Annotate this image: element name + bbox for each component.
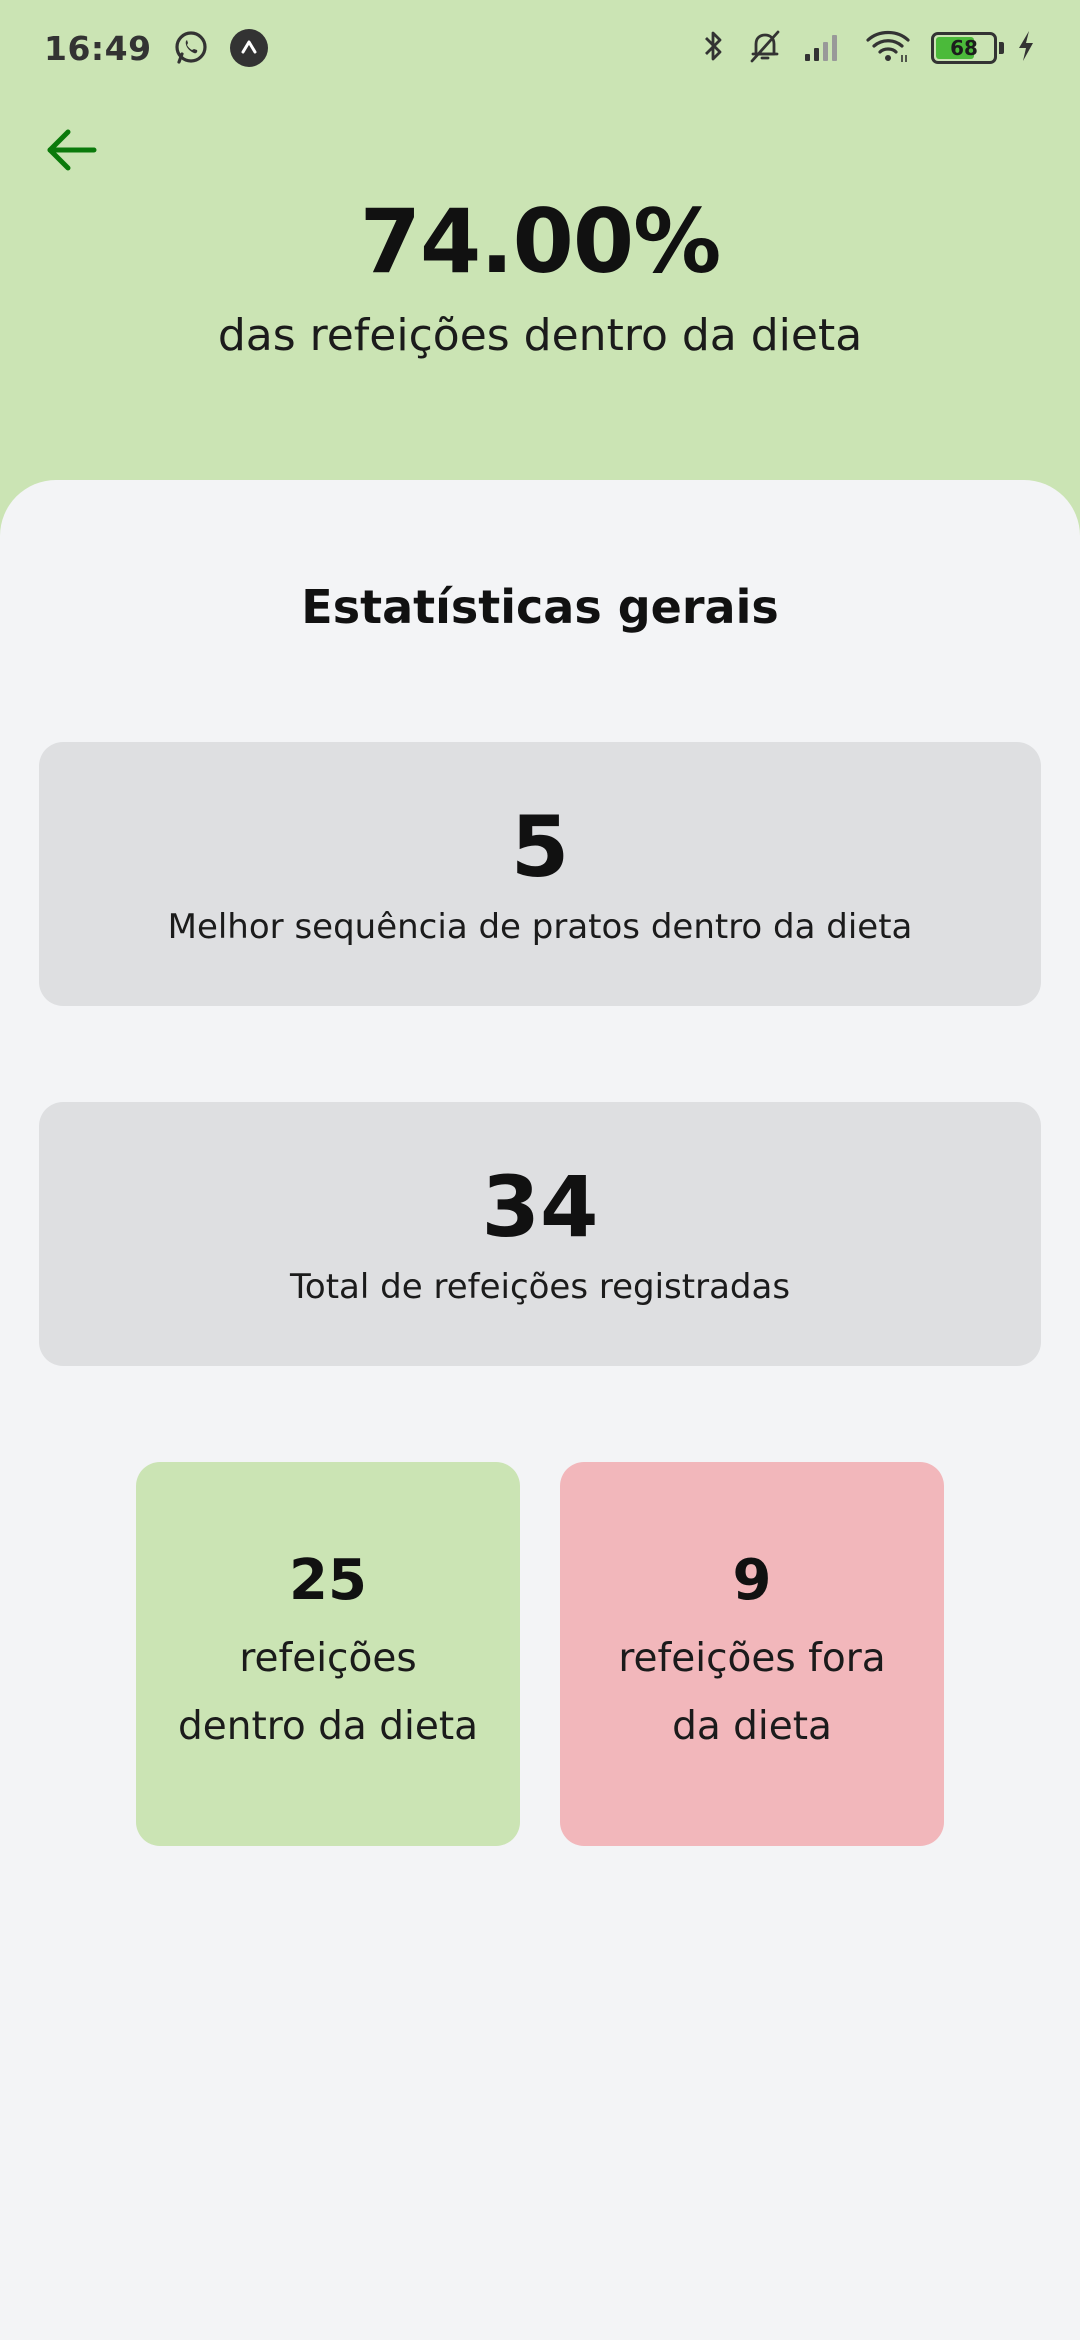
best-sequence-label: Melhor sequência de pratos dentro da die…: [167, 907, 913, 948]
outside-diet-label-line1: refeições fora: [618, 1635, 886, 1681]
back-button[interactable]: [36, 114, 108, 186]
app-notification-icon: [229, 29, 268, 67]
section-title: Estatísticas gerais: [301, 580, 779, 634]
signal-icon: [803, 30, 845, 66]
outside-diet-card: 9 refeições fora da dieta: [560, 1462, 944, 1846]
statistics-sheet: Estatísticas gerais 5 Melhor sequência d…: [0, 480, 1080, 2340]
total-meals-value: 34: [481, 1157, 599, 1256]
charging-icon: [1016, 29, 1036, 67]
within-diet-card: 25 refeições dentro da dieta: [136, 1462, 520, 1846]
within-diet-value: 25: [289, 1547, 367, 1613]
whatsapp-icon: [172, 29, 210, 67]
best-sequence-value: 5: [510, 797, 570, 896]
diet-percentage: 74.00%: [359, 190, 722, 293]
within-diet-label-line2: dentro da dieta: [177, 1703, 479, 1749]
battery-icon: 68: [931, 32, 997, 64]
best-sequence-card: 5 Melhor sequência de pratos dentro da d…: [39, 742, 1041, 1006]
wifi-icon: [865, 28, 911, 68]
outside-diet-label-line2: da dieta: [672, 1703, 832, 1749]
status-bar: 16:49 68: [0, 0, 1080, 96]
battery-level: 68: [950, 36, 978, 60]
outside-diet-value: 9: [732, 1547, 772, 1613]
arrow-left-icon: [47, 129, 97, 171]
battery-nub: [999, 42, 1004, 54]
within-diet-label-line1: refeições: [239, 1635, 417, 1681]
status-bar-right: 68: [701, 28, 1036, 68]
status-time: 16:49: [44, 28, 152, 68]
total-meals-label: Total de refeições registradas: [289, 1267, 791, 1308]
muted-bell-icon: [747, 28, 783, 68]
status-bar-left: 16:49: [44, 29, 268, 68]
diet-percentage-subtitle: das refeições dentro da dieta: [217, 310, 863, 361]
bluetooth-icon: [701, 28, 727, 68]
total-meals-card: 34 Total de refeições registradas: [39, 1102, 1041, 1366]
